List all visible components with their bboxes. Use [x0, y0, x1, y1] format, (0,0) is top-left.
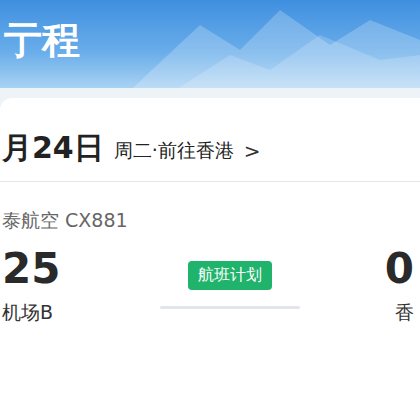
header: 亍程 [0, 0, 420, 88]
arrival-airport: 香 [395, 300, 414, 326]
flight-status: 航班计划 [160, 261, 300, 309]
itinerary-page: 亍程月24日周二·前往香港>泰航空 CX88125机场B航班计划0香 [0, 0, 420, 420]
arrival: 0香 [300, 244, 420, 326]
status-badge: 航班计划 [188, 261, 272, 290]
arrival-time: 0 [385, 244, 414, 294]
departure: 25 机场B [0, 244, 160, 326]
date-row[interactable]: 月24日周二·前往香港 > [0, 98, 420, 181]
divider [0, 181, 420, 182]
airline: 泰航空 CX881 [0, 182, 420, 244]
route-line [160, 306, 300, 309]
departure-time: 25 [2, 244, 60, 294]
departure-airport: 机场B [2, 300, 53, 326]
chevron-icon: > [244, 135, 261, 163]
trip-card: 月24日周二·前往香港>泰航空 CX88125机场B航班计划0香 [0, 98, 420, 420]
flight-row[interactable]: 25机场B航班计划0香 [0, 244, 420, 326]
trip-date: 月24日 [2, 128, 104, 169]
header-title: 亍程 [0, 15, 80, 74]
trip-subtitle: 周二·前往香港 [114, 134, 234, 164]
